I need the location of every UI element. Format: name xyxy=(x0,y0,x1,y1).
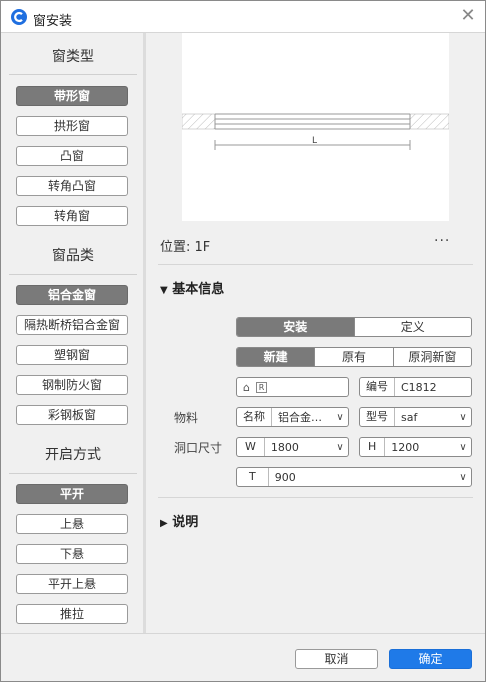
number-field[interactable]: 编号 C1812 xyxy=(359,377,472,397)
model-select[interactable]: 型号 saf ∨ xyxy=(359,407,472,427)
cancel-button[interactable]: 取消 xyxy=(295,649,378,669)
divider xyxy=(9,74,137,75)
section-title-opening-method: 开启方式 xyxy=(45,447,101,463)
tab-define[interactable]: 定义 xyxy=(353,318,472,336)
chevron-down-icon: ∨ xyxy=(459,411,467,423)
divider xyxy=(158,497,473,498)
app-logo-icon xyxy=(11,9,27,25)
collapse-down-icon: ▼ xyxy=(160,285,168,296)
basic-info-header[interactable]: ▼ 基本信息 xyxy=(160,278,224,297)
divider xyxy=(9,274,137,275)
number-label: 编号 xyxy=(360,378,395,396)
chevron-down-icon: ∨ xyxy=(459,471,467,483)
opening-method-option[interactable]: 平开上悬 xyxy=(16,574,128,594)
basic-info-title: 基本信息 xyxy=(172,282,225,297)
window-type-option[interactable]: 转角窗 xyxy=(16,206,128,226)
expand-right-icon: ▶ xyxy=(160,518,168,529)
window-title: 窗安装 xyxy=(33,14,73,29)
description-header[interactable]: ▶ 说明 xyxy=(160,511,198,530)
window-type-option[interactable]: 凸窗 xyxy=(16,146,128,166)
t-label: T xyxy=(237,468,269,486)
dimension-label: L xyxy=(312,136,317,146)
title-bar: 窗安装 ✕ xyxy=(1,1,485,33)
footer: 取消 确定 xyxy=(1,633,485,681)
divider xyxy=(9,473,137,474)
description-title: 说明 xyxy=(172,515,199,530)
t-value: 900 xyxy=(274,470,296,484)
window-category-option[interactable]: 隔热断桥铝合金窗 xyxy=(16,315,128,335)
right-panel: L 位置: 1F ··· ▼ 基本信息 安装 定义 新建 原有 原洞新窗 ⌂ R… xyxy=(146,33,485,633)
window-type-option[interactable]: 带形窗 xyxy=(16,86,128,106)
library-field[interactable]: ⌂ R xyxy=(236,377,349,397)
section-title-window-category: 窗品类 xyxy=(52,248,94,264)
opening-method-option[interactable]: 下悬 xyxy=(16,544,128,564)
h-label: H xyxy=(360,438,386,456)
chevron-down-icon: ∨ xyxy=(336,441,344,453)
position-label: 位置: 1F xyxy=(160,240,211,255)
more-options-icon[interactable]: ··· xyxy=(434,233,450,249)
tab-new[interactable]: 新建 xyxy=(237,348,315,366)
chevron-down-icon: ∨ xyxy=(336,411,344,423)
house-icon: ⌂ xyxy=(243,380,250,394)
material-label: 物料 xyxy=(174,411,199,425)
opening-method-option[interactable]: 平开 xyxy=(16,484,128,504)
tab-install[interactable]: 安装 xyxy=(237,318,354,336)
close-icon[interactable]: ✕ xyxy=(459,7,477,25)
section-title-window-type: 窗类型 xyxy=(52,49,94,65)
model-value: saf xyxy=(401,410,418,424)
window: 窗安装 ✕ 窗类型 带形窗 拱形窗 凸窗 转角凸窗 转角窗 窗品类 铝合金窗 隔… xyxy=(0,0,486,682)
divider xyxy=(158,264,473,265)
window-type-option[interactable]: 转角凸窗 xyxy=(16,176,128,196)
tab-original-opening-new-window[interactable]: 原洞新窗 xyxy=(392,348,471,366)
thickness-select[interactable]: T 900 ∨ xyxy=(236,467,472,487)
window-preview: L xyxy=(181,33,450,221)
height-select[interactable]: H 1200 ∨ xyxy=(359,437,472,457)
name-select[interactable]: 名称 铝合金… ∨ xyxy=(236,407,349,427)
opening-size-label: 洞口尺寸 xyxy=(174,441,223,455)
opening-method-option[interactable]: 推拉 xyxy=(16,604,128,624)
name-value: 铝合金… xyxy=(278,411,322,424)
tab-existing[interactable]: 原有 xyxy=(314,348,392,366)
window-category-option[interactable]: 铝合金窗 xyxy=(16,285,128,305)
width-select[interactable]: W 1800 ∨ xyxy=(236,437,349,457)
window-category-option[interactable]: 钢制防火窗 xyxy=(16,375,128,395)
opening-method-option[interactable]: 上悬 xyxy=(16,514,128,534)
chevron-down-icon: ∨ xyxy=(459,441,467,453)
registered-icon: R xyxy=(255,381,267,393)
number-value: C1812 xyxy=(401,380,437,394)
name-label: 名称 xyxy=(237,408,272,426)
w-label: W xyxy=(237,438,265,456)
left-panel: 窗类型 带形窗 拱形窗 凸窗 转角凸窗 转角窗 窗品类 铝合金窗 隔热断桥铝合金… xyxy=(1,33,143,633)
ok-button[interactable]: 确定 xyxy=(389,649,472,669)
h-value: 1200 xyxy=(391,440,420,454)
window-type-option[interactable]: 拱形窗 xyxy=(16,116,128,136)
w-value: 1800 xyxy=(270,440,299,454)
window-category-option[interactable]: 塑钢窗 xyxy=(16,345,128,365)
install-define-toggle: 安装 定义 xyxy=(236,317,472,337)
model-label: 型号 xyxy=(360,408,395,426)
window-preview-drawing: L xyxy=(181,113,450,150)
status-toggle: 新建 原有 原洞新窗 xyxy=(236,347,472,367)
window-category-option[interactable]: 彩钢板窗 xyxy=(16,405,128,425)
